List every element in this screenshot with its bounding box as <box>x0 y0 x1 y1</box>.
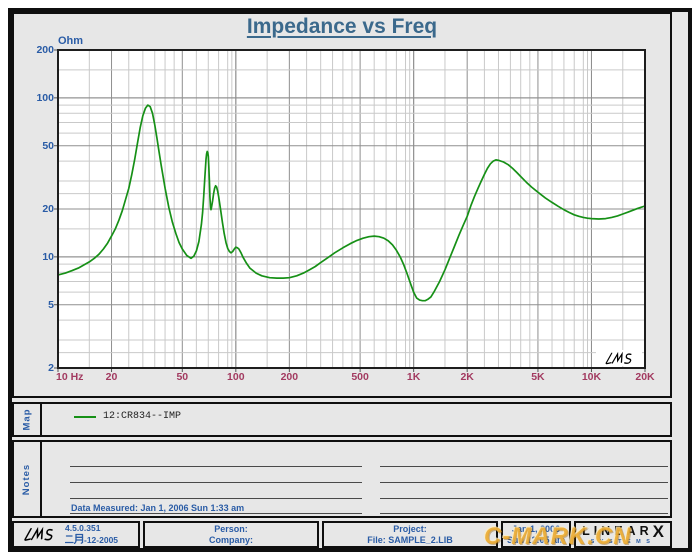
note-line <box>380 513 668 514</box>
y-tick-label: 50 <box>42 140 54 152</box>
notes-panel: Notes Data Measured: Jan 1, 2006 Sun 1:3… <box>12 440 672 518</box>
version-block: 4.5.0.351 -12-2005 <box>65 523 118 546</box>
legend-item: 12:CR834--IMP <box>74 411 181 422</box>
footer-project-cell: Project: File: SAMPLE_2.LIB <box>322 521 498 548</box>
data-measured-text: Data Measured: Jan 1, 2006 Sun 1:33 am <box>71 503 244 513</box>
y-tick-label: 100 <box>36 92 54 104</box>
footer-person-cell: Person: Company: <box>143 521 319 548</box>
version-number: 4.5.0.351 <box>65 523 118 533</box>
map-panel-label: Map <box>22 409 33 431</box>
outer-frame: Impedance vs Freq Ohm 20010050201052 10 … <box>8 8 692 552</box>
legend-swatch <box>74 416 96 418</box>
x-tick-label: 5K <box>531 371 544 383</box>
chart-panel: Impedance vs Freq Ohm 20010050201052 10 … <box>12 12 672 398</box>
page: { "title": "Impedance vs Freq", "chart_d… <box>0 0 700 560</box>
notes-panel-label: Notes <box>22 463 33 494</box>
version-date-rest: -12-2005 <box>84 535 118 545</box>
note-line <box>70 466 362 467</box>
note-line <box>380 466 668 467</box>
y-axis-unit-label: Ohm <box>58 35 83 47</box>
notes-panel-label-wrap: Notes <box>14 442 40 516</box>
linearx-x-icon: X <box>653 525 664 538</box>
x-tick-label: 500 <box>351 371 369 383</box>
map-panel-divider <box>40 404 42 435</box>
note-line <box>70 513 362 514</box>
lms-logo-footer <box>21 525 57 544</box>
chart-title: Impedance vs Freq <box>14 15 670 39</box>
note-line <box>70 482 362 483</box>
impedance-chart <box>58 50 645 368</box>
lms-script-icon <box>599 351 639 366</box>
note-line <box>70 498 362 499</box>
footer-version-cell: 4.5.0.351 -12-2005 <box>12 521 140 548</box>
note-line <box>380 482 668 483</box>
x-tick-label: 1K <box>407 371 420 383</box>
person-label: Person: <box>214 524 248 535</box>
x-axis-labels: 10 Hz 20 50 100 200 500 1K 2K 5K 10K 20K <box>14 371 670 385</box>
company-label: Company: <box>209 535 253 546</box>
watermark: C-MARK.CN <box>484 523 632 551</box>
x-tick-label: 10 Hz <box>56 371 83 383</box>
lms-logo-plot <box>596 350 642 366</box>
version-date: -12-2005 <box>65 533 118 546</box>
project-label: Project: <box>393 524 427 535</box>
lms-script-icon <box>21 525 57 544</box>
x-tick-label: 50 <box>176 371 188 383</box>
month-cjk-glyphs <box>65 533 84 546</box>
legend-series-label: 12:CR834--IMP <box>103 411 181 422</box>
x-tick-label: 20K <box>635 371 654 383</box>
x-tick-label: 100 <box>227 371 245 383</box>
y-tick-label: 10 <box>42 251 54 263</box>
plot-area <box>58 50 645 368</box>
x-tick-label: 2K <box>460 371 473 383</box>
notes-panel-divider <box>40 442 42 516</box>
february-cjk-icon <box>65 533 84 544</box>
file-label: File: SAMPLE_2.LIB <box>367 535 453 546</box>
x-tick-label: 20 <box>106 371 118 383</box>
y-tick-label: 5 <box>48 299 54 311</box>
y-axis-labels: 20010050201052 <box>18 50 54 368</box>
map-panel: Map 12:CR834--IMP <box>12 402 672 437</box>
map-panel-label-wrap: Map <box>14 404 40 435</box>
y-tick-label: 200 <box>36 44 54 56</box>
note-line <box>380 498 668 499</box>
x-tick-label: 10K <box>582 371 601 383</box>
y-tick-label: 20 <box>42 203 54 215</box>
x-tick-label: 200 <box>281 371 299 383</box>
